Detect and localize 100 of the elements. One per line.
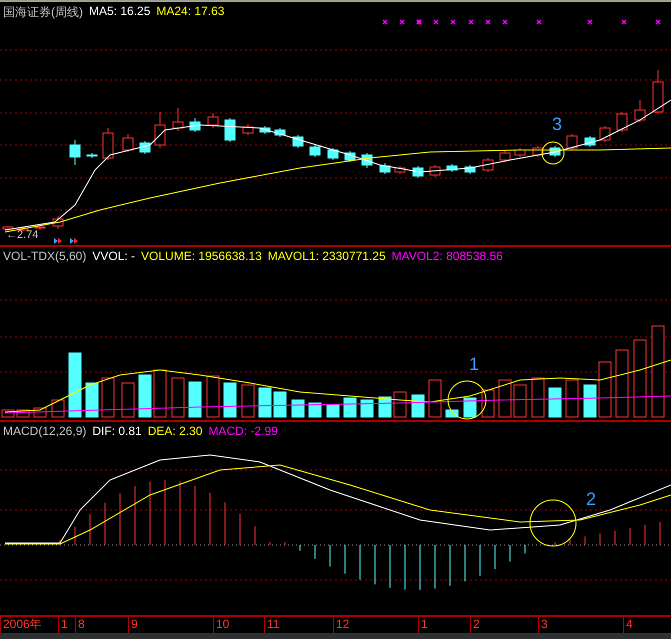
time-axis-label: 10 <box>213 617 264 633</box>
candlestick <box>464 164 476 174</box>
candlestick <box>412 166 424 178</box>
candlestick <box>500 150 510 162</box>
candlestick <box>550 146 560 158</box>
candlestick <box>190 118 200 132</box>
dif-value: DIF: 0.81 <box>92 424 142 438</box>
time-axis-label: 1 <box>418 617 470 633</box>
highlight-circle <box>542 142 564 164</box>
indicator-name: VOL-TDX(5,60) <box>3 249 86 263</box>
price-low-label: ←2.74 <box>6 229 38 241</box>
candlestick <box>584 136 596 148</box>
annotation-label: 1 <box>469 354 480 374</box>
cross-marker-icon <box>468 20 474 24</box>
cross-marker-icon <box>588 20 592 24</box>
candlestick <box>514 148 526 158</box>
volume-bar <box>138 374 152 418</box>
candlestick <box>362 152 372 168</box>
volume-bar <box>412 394 424 418</box>
candlestick <box>154 112 166 148</box>
volume-bar <box>52 400 64 418</box>
candlestick <box>482 158 494 172</box>
candlestick <box>34 226 46 230</box>
volume-bar <box>258 388 272 418</box>
signal-arrow-icon <box>70 238 78 244</box>
candlestick <box>566 134 578 150</box>
volume-bar <box>344 398 356 418</box>
cross-marker-icon <box>400 20 404 24</box>
cross-marker-icon <box>622 20 626 24</box>
volume-value: VOLUME: 1956638.13 <box>141 249 262 263</box>
volume-bar <box>394 392 406 418</box>
volume-bar <box>326 404 340 418</box>
cross-marker-icon <box>486 20 490 24</box>
cross-marker-icon <box>536 20 542 24</box>
cross-marker-icon <box>450 20 456 24</box>
annotation-label: 3 <box>552 114 562 134</box>
cross-marker-icon <box>416 19 422 25</box>
indicator-name: MACD(12,26,9) <box>3 424 86 438</box>
volume-bar <box>102 378 114 418</box>
macd-value: MACD: -2.99 <box>208 424 278 438</box>
candlestick <box>208 112 218 128</box>
cross-marker-icon <box>434 20 438 24</box>
candlestick <box>274 128 286 138</box>
volume-bar <box>360 400 374 418</box>
signal-arrow-icon <box>54 238 62 244</box>
time-axis-label: 4 <box>623 617 671 633</box>
volume-bar <box>274 392 286 418</box>
dea-value: DEA: 2.30 <box>148 424 202 438</box>
candlestick <box>140 140 150 154</box>
candlestick <box>102 128 114 160</box>
volume-bar <box>86 382 98 418</box>
time-axis-label: 2006年 <box>0 617 58 633</box>
candlestick <box>52 216 64 230</box>
volume-bar <box>532 378 544 418</box>
volume-bar <box>498 380 512 418</box>
time-axis-label: 12 <box>333 617 418 633</box>
cross-marker-icon <box>382 20 388 24</box>
candlestick <box>532 146 544 158</box>
highlight-circle <box>448 380 486 420</box>
time-axis-label: 11 <box>264 617 333 633</box>
candlestick <box>600 126 610 142</box>
candlestick <box>292 134 304 148</box>
candlestick <box>616 112 628 132</box>
candlestick <box>310 144 320 158</box>
volume-bar <box>464 398 476 418</box>
candlestick <box>122 134 134 152</box>
candlestick <box>652 70 664 114</box>
time-axis-label: 1 <box>58 617 75 633</box>
ma5-value: MA5: 16.25 <box>89 4 150 20</box>
mavol1-value: MAVOL1: 2330771.25 <box>268 249 386 263</box>
volume-bar <box>188 382 202 418</box>
volume-bar <box>172 378 184 418</box>
candlestick <box>260 126 270 134</box>
volume-bar <box>598 362 612 418</box>
cross-marker-icon <box>502 20 508 24</box>
candlestick <box>224 118 236 142</box>
volume-bar <box>242 384 254 418</box>
volume-bar <box>154 370 166 418</box>
ma24-value: MA24: 17.63 <box>156 4 224 20</box>
candlestick <box>242 124 254 136</box>
candlestick <box>394 166 406 174</box>
vvol-value: VVOL: - <box>92 249 136 263</box>
candlestick <box>430 164 440 178</box>
candlestick <box>328 148 338 160</box>
volume-bar <box>122 382 134 418</box>
stock-title: 国海证券(周线) <box>3 4 83 21</box>
highlight-circle <box>530 500 576 546</box>
candlestick <box>446 164 458 172</box>
cross-marker-icon <box>656 20 660 24</box>
mavol2-value: MAVOL2: 808538.56 <box>392 249 503 263</box>
volume-bar <box>616 350 628 418</box>
candlestick <box>634 100 646 122</box>
volume-bar <box>292 400 304 418</box>
volume-bar <box>308 402 322 418</box>
candlestick <box>380 162 390 174</box>
time-axis-label: 8 <box>75 617 128 633</box>
volume-bar <box>224 382 236 418</box>
time-axis-label: 9 <box>128 617 213 633</box>
candlestick <box>2 226 14 232</box>
volume-bar <box>584 384 596 418</box>
